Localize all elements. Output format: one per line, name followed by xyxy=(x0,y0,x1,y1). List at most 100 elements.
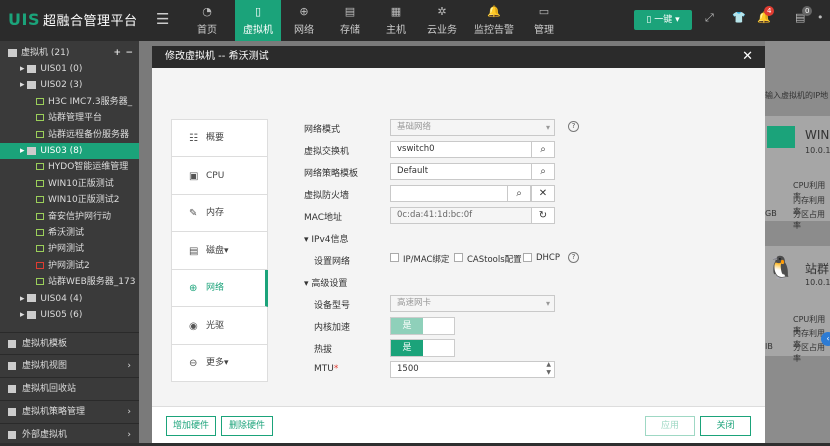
tree-vm-item[interactable]: 站群管理平台 xyxy=(0,110,139,126)
alert-bell-icon[interactable]: 🔔 4 xyxy=(757,6,775,24)
help-icon[interactable]: ? xyxy=(568,121,579,132)
nav-item-3[interactable]: ▤ 存储 xyxy=(327,0,373,41)
section-icon xyxy=(8,362,16,370)
add-hardware-button[interactable]: 增加硬件 xyxy=(166,416,216,436)
mtu-label: MTU* xyxy=(314,364,339,374)
sidebar-section-3[interactable]: 虚拟机策略管理 › xyxy=(0,400,139,422)
nav-item-7[interactable]: ▭ 管理 xyxy=(521,0,567,41)
scroll-toggle-icon[interactable]: ‹ xyxy=(821,332,830,346)
refresh-icon[interactable]: ↻ xyxy=(531,207,555,224)
collapse-icon[interactable]: − xyxy=(125,45,133,61)
tab-label: 内存 xyxy=(206,208,225,218)
tab-label: 网络 xyxy=(206,283,225,293)
caret-right-icon[interactable]: ▸ xyxy=(20,294,27,304)
shirt-icon[interactable]: 👕 xyxy=(732,11,746,24)
caret-right-icon[interactable]: ▸ xyxy=(20,310,27,320)
caret-right-icon[interactable]: ▸ xyxy=(20,64,27,74)
sidebar-section-0[interactable]: 虚拟机模板 xyxy=(0,332,139,354)
help-icon[interactable]: ? xyxy=(568,252,579,263)
tab-label: 磁盘▾ xyxy=(206,245,229,256)
tree-vm-item[interactable]: 护网测试 xyxy=(0,241,139,257)
search-icon[interactable]: ⌕ xyxy=(531,141,555,158)
nav-item-0[interactable]: ◔ 首页 xyxy=(184,0,230,41)
sidebar-section-2[interactable]: 虚拟机回收站 xyxy=(0,377,139,399)
background-panel: 输入虚拟机的IP地 WIN 10.0.1 CPU利用率 内存利用率 GB 分区占… xyxy=(765,41,830,443)
tree-host-item[interactable]: ▸ UIS02 (3) xyxy=(0,77,139,93)
tree-host-item[interactable]: ▸ UIS04 (4) xyxy=(0,291,139,307)
tree-vm-item[interactable]: 希沃测试 xyxy=(0,225,139,241)
nav-item-5[interactable]: ✲ 云业务 xyxy=(419,0,465,41)
tree-host-item[interactable]: ▸ UIS01 (0) xyxy=(0,61,139,77)
delete-hardware-button[interactable]: 删除硬件 xyxy=(221,416,273,436)
dhcp-checkbox[interactable] xyxy=(523,253,532,262)
hardware-tab-list: ☷ 概要 ▣ CPU ✎ 内存 ▤ 磁盘▾ ⊕ 网络 ◉ 光驱 ⊖ 更多▾ xyxy=(171,119,268,382)
network-mode-select[interactable]: 基础网络 ▾ xyxy=(390,119,555,136)
close-button[interactable]: 关闭 xyxy=(700,416,751,436)
nav-item-1[interactable]: ▯ 虚拟机 xyxy=(235,0,281,41)
nav-item-4[interactable]: ▦ 主机 xyxy=(373,0,419,41)
message-icon[interactable]: ▤ 0 xyxy=(795,6,813,24)
caret-right-icon[interactable]: ▸ xyxy=(20,146,27,156)
tree-vm-item[interactable]: 站群远程备份服务器 xyxy=(0,127,139,143)
apply-button[interactable]: 应用 xyxy=(645,416,695,436)
tab-memory[interactable]: ✎ 内存 xyxy=(172,195,268,232)
firewall-input[interactable] xyxy=(390,185,508,202)
tab-cpu[interactable]: ▣ CPU xyxy=(172,158,268,195)
section-label: 虚拟机视图 xyxy=(22,361,68,371)
tab-more[interactable]: ⊖ 更多▾ xyxy=(172,345,268,382)
stepper-icon[interactable]: ▲ ▼ xyxy=(546,361,551,377)
policy-template-label: 网络策略模板 xyxy=(304,169,359,179)
user-icon[interactable]: • xyxy=(817,11,824,24)
sidebar-vm-root[interactable]: 虚拟机 (21) + − xyxy=(0,45,139,61)
tab-disc[interactable]: ◉ 光驱 xyxy=(172,308,268,345)
tree-vm-item[interactable]: 护网测试2 xyxy=(0,258,139,274)
search-icon[interactable]: ⌕ xyxy=(531,163,555,180)
dialog-footer: 增加硬件 删除硬件 应用 关闭 xyxy=(152,406,765,443)
clear-icon[interactable]: ✕ xyxy=(531,185,555,202)
section-label: 虚拟机回收站 xyxy=(22,384,77,394)
nav-item-6[interactable]: 🔔 监控告警 xyxy=(471,0,517,41)
tree-item-label: 奋安信护网行动 xyxy=(48,211,112,222)
dialog-title: 修改虚拟机 -- 希沃测试 xyxy=(165,51,269,62)
tree-vm-item[interactable]: WIN10正版测试 xyxy=(0,176,139,192)
tab-disk[interactable]: ▤ 磁盘▾ xyxy=(172,233,268,270)
app-logo[interactable]: UIS 超融合管理平台 xyxy=(8,10,137,29)
nav-item-label: 存储 xyxy=(340,25,360,36)
fullscreen-icon[interactable]: ⤢ xyxy=(705,11,714,25)
caret-right-icon[interactable]: ▸ xyxy=(20,80,27,90)
ipmac-bind-checkbox[interactable] xyxy=(390,253,399,262)
onekey-button[interactable]: ▯ 一键 ▾ xyxy=(634,10,692,30)
nav-item-2[interactable]: ⊕ 网络 xyxy=(281,0,327,41)
sidebar-section-4[interactable]: 外部虚拟机 › xyxy=(0,423,139,445)
vm-icon: ▯ xyxy=(254,5,262,18)
tree-vm-item[interactable]: WIN10正版测试2 xyxy=(0,192,139,208)
nav-item-label: 监控告警 xyxy=(474,25,514,36)
tab-list[interactable]: ☷ 概要 xyxy=(172,120,268,157)
tree-vm-item[interactable]: H3C IMC7.3服务器_ xyxy=(0,94,139,110)
tree-vm-item[interactable]: 奋安信护网行动 xyxy=(0,209,139,225)
ipv4-section-header[interactable]: ▾ IPv4信息 xyxy=(304,232,349,245)
vswitch-input[interactable]: vswitch0 xyxy=(390,141,532,158)
policy-template-input[interactable]: Default xyxy=(390,163,532,180)
vm-running-icon xyxy=(36,245,44,253)
advanced-section-header[interactable]: ▾ 高级设置 xyxy=(304,276,347,289)
castools-checkbox[interactable] xyxy=(454,253,463,262)
vm-running-icon xyxy=(36,163,44,171)
close-icon[interactable]: ✕ xyxy=(742,46,753,68)
menu-toggle-icon[interactable]: ☰ xyxy=(156,10,169,28)
sidebar-section-1[interactable]: 虚拟机视图 › xyxy=(0,354,139,376)
tree-host-item[interactable]: ▸ UIS05 (6) xyxy=(0,307,139,323)
server-icon: ▦ xyxy=(390,5,402,18)
linux-logo-icon: 🐧 xyxy=(767,256,795,281)
tree-host-item[interactable]: ▸ UIS03 (8) xyxy=(0,143,139,159)
vm-running-icon xyxy=(36,196,44,204)
more-icon: ⊖ xyxy=(189,358,198,369)
mtu-input[interactable]: 1500 ▲ ▼ xyxy=(390,361,555,378)
add-icon[interactable]: + xyxy=(113,45,121,61)
host-icon xyxy=(27,294,37,303)
search-icon[interactable]: ⌕ xyxy=(507,185,531,202)
hotplug-toggle[interactable]: 是 xyxy=(390,339,455,357)
tree-vm-item[interactable]: 站群WEB服务器_173 xyxy=(0,274,139,290)
tab-network-globe[interactable]: ⊕ 网络 xyxy=(172,270,268,307)
tree-vm-item[interactable]: HYDO智能运维管理 xyxy=(0,159,139,175)
